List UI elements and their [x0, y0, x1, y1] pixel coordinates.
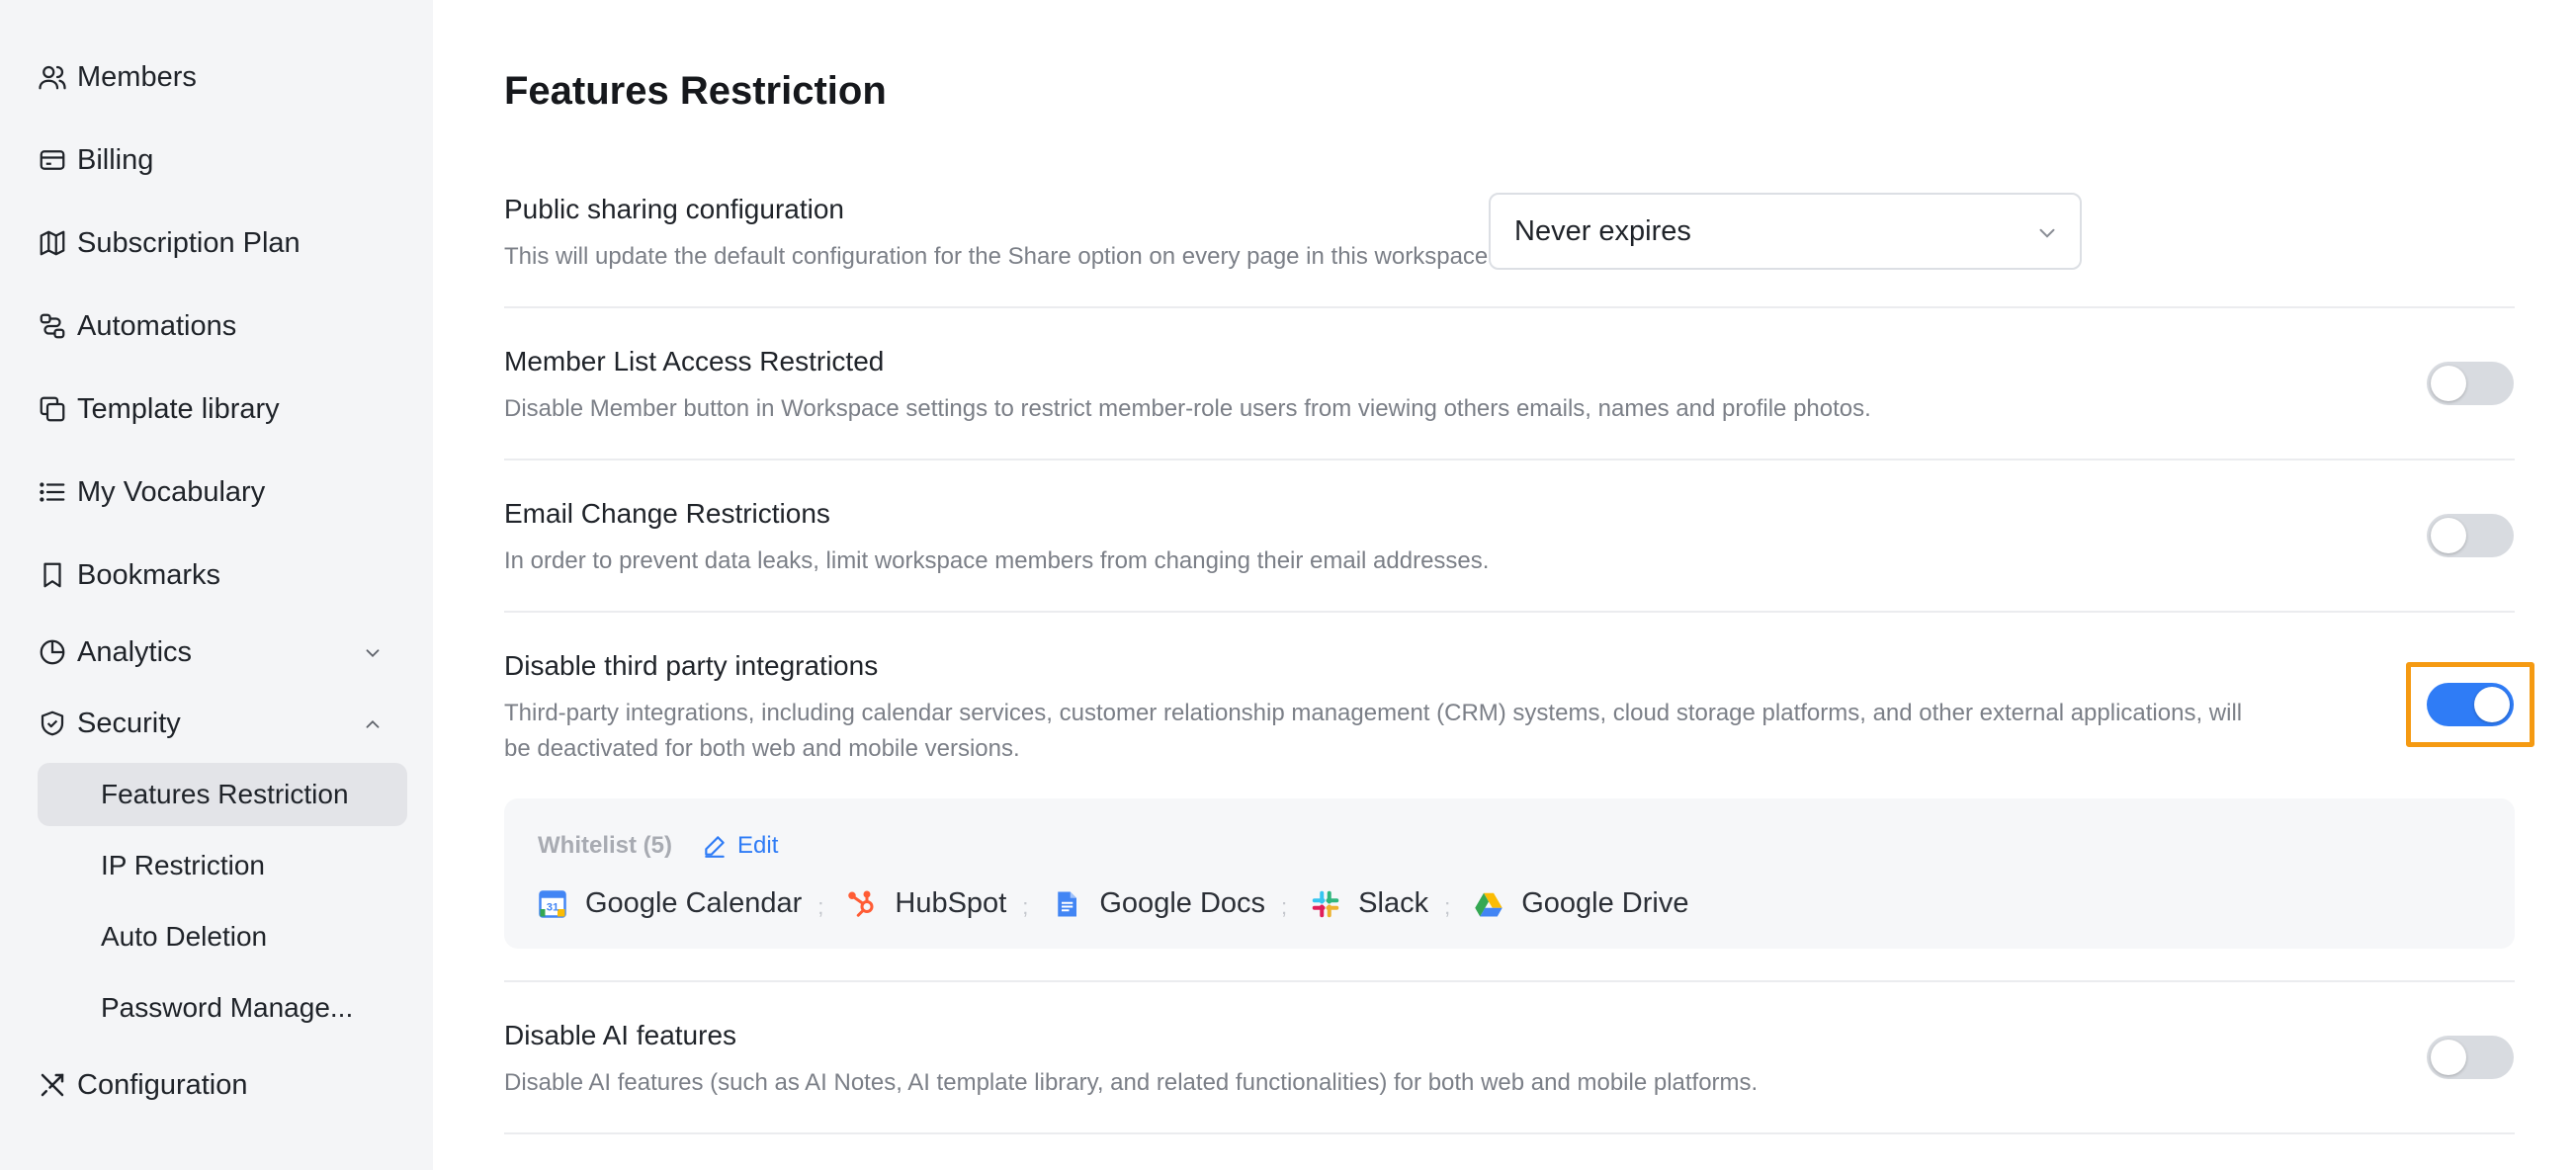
ai-features-title: Disable AI features	[504, 1020, 737, 1050]
map-icon	[38, 228, 67, 258]
toggle-knob	[2431, 366, 2466, 401]
tools-icon	[38, 1070, 67, 1100]
chevron-down-icon	[2039, 228, 2055, 238]
separator: ;	[1444, 893, 1451, 919]
sidebar-subitem-features-restriction[interactable]: Features Restriction	[38, 763, 407, 826]
google-drive-icon	[1474, 889, 1503, 919]
copy-icon	[38, 394, 67, 424]
select-value: Never expires	[1514, 214, 1691, 247]
sidebar-item-automations[interactable]: Automations	[38, 294, 407, 358]
sidebar: Members Billing Subscription Plan Automa…	[0, 0, 433, 1170]
separator: ;	[1022, 893, 1029, 919]
divider	[504, 306, 2515, 308]
chevron-down-icon[interactable]	[362, 642, 384, 664]
sidebar-item-template-library[interactable]: Template library	[38, 377, 407, 441]
sidebar-item-bookmarks[interactable]: Bookmarks	[38, 543, 407, 607]
third-party-desc-line1: Third-party integrations, including cale…	[504, 700, 2243, 726]
public-sharing-title: Public sharing configuration	[504, 194, 844, 224]
public-sharing-desc: This will update the default configurati…	[504, 243, 1495, 270]
public-sharing-select[interactable]: Never expires	[1489, 193, 2082, 270]
member-list-toggle[interactable]	[2427, 362, 2514, 405]
sidebar-item-label: Analytics	[77, 635, 193, 668]
chevron-up-icon[interactable]	[362, 713, 384, 735]
sidebar-item-label: Automations	[77, 309, 237, 342]
edit-label: Edit	[737, 832, 779, 859]
whitelist-app-hubspot: HubSpot	[847, 887, 1006, 920]
toggle-knob	[2431, 1040, 2466, 1075]
sidebar-subitem-label: IP Restriction	[101, 850, 265, 880]
third-party-toggle[interactable]	[2427, 683, 2514, 726]
page-title: Features Restriction	[504, 69, 887, 113]
sidebar-item-label: Template library	[77, 392, 280, 425]
sidebar-item-label: Subscription Plan	[77, 226, 301, 259]
sidebar-item-subscription-plan[interactable]: Subscription Plan	[38, 211, 407, 275]
sidebar-subitem-label: Auto Deletion	[101, 921, 268, 952]
users-icon	[38, 62, 67, 92]
sidebar-item-members[interactable]: Members	[38, 45, 407, 109]
sidebar-item-label: Bookmarks	[77, 558, 221, 591]
credit-card-icon	[38, 145, 67, 175]
workflow-icon	[38, 311, 67, 341]
sidebar-item-label: My Vocabulary	[77, 475, 266, 508]
app-name: Google Calendar	[585, 887, 803, 919]
whitelist-app-google-docs: Google Docs	[1052, 887, 1265, 920]
list-icon	[38, 477, 67, 507]
sidebar-item-label: Billing	[77, 143, 154, 176]
pencil-icon	[705, 836, 725, 858]
shield-icon	[38, 709, 67, 738]
whitelist-panel: Whitelist (5) Edit 31 Google Calendar ; …	[504, 798, 2515, 949]
divider	[504, 459, 2515, 460]
google-docs-icon	[1052, 889, 1081, 919]
third-party-title: Disable third party integrations	[504, 650, 879, 681]
whitelist-label: Whitelist (5)	[538, 832, 672, 859]
separator: ;	[817, 893, 824, 919]
divider	[504, 611, 2515, 613]
member-list-title: Member List Access Restricted	[504, 346, 885, 376]
email-change-title: Email Change Restrictions	[504, 498, 830, 529]
hubspot-icon	[847, 889, 877, 919]
sidebar-subitem-ip-restriction[interactable]: IP Restriction	[38, 834, 407, 897]
sidebar-subitem-auto-deletion[interactable]: Auto Deletion	[38, 905, 407, 968]
bookmark-icon	[38, 560, 67, 590]
app-name: HubSpot	[895, 887, 1007, 919]
sidebar-subitem-label: Features Restriction	[101, 779, 349, 809]
app-name: Slack	[1358, 887, 1429, 919]
app-name: Google Drive	[1521, 887, 1689, 919]
toggle-knob	[2474, 687, 2510, 722]
svg-text:31: 31	[547, 901, 559, 913]
sidebar-subitem-label: Password Manage...	[101, 992, 354, 1023]
whitelist-edit-link[interactable]: Edit	[702, 832, 778, 860]
sidebar-item-my-vocabulary[interactable]: My Vocabulary	[38, 460, 407, 524]
separator: ;	[1281, 893, 1288, 919]
pie-chart-icon	[38, 637, 67, 667]
whitelist-app-google-calendar: 31 Google Calendar	[538, 887, 802, 920]
divider	[504, 980, 2515, 982]
whitelist-apps: 31 Google Calendar ; HubSpot ; Google Do…	[538, 887, 1688, 920]
whitelist-app-slack: Slack	[1311, 887, 1428, 920]
email-change-toggle[interactable]	[2427, 514, 2514, 557]
third-party-desc-line2: be deactivated for both web and mobile v…	[504, 735, 1020, 762]
google-calendar-icon: 31	[538, 889, 567, 919]
app-name: Google Docs	[1099, 887, 1266, 919]
sidebar-item-configuration[interactable]: Configuration	[38, 1053, 407, 1117]
sidebar-item-billing[interactable]: Billing	[38, 128, 407, 192]
sidebar-item-analytics[interactable]: Analytics	[38, 621, 407, 684]
main-content: Features Restriction	[433, 0, 2576, 1170]
sidebar-item-security[interactable]: Security	[38, 692, 407, 755]
sidebar-subitem-password-manage[interactable]: Password Manage...	[38, 976, 407, 1040]
member-list-desc: Disable Member button in Workspace setti…	[504, 395, 1871, 422]
whitelist-app-google-drive: Google Drive	[1474, 887, 1688, 920]
email-change-desc: In order to prevent data leaks, limit wo…	[504, 547, 1490, 574]
sidebar-item-label: Members	[77, 60, 197, 93]
ai-features-desc: Disable AI features (such as AI Notes, A…	[504, 1069, 1759, 1096]
slack-icon	[1311, 889, 1340, 919]
divider	[504, 1132, 2515, 1134]
toggle-knob	[2431, 518, 2466, 553]
sidebar-item-label: Configuration	[77, 1068, 248, 1101]
ai-features-toggle[interactable]	[2427, 1036, 2514, 1079]
sidebar-item-label: Security	[77, 707, 181, 739]
